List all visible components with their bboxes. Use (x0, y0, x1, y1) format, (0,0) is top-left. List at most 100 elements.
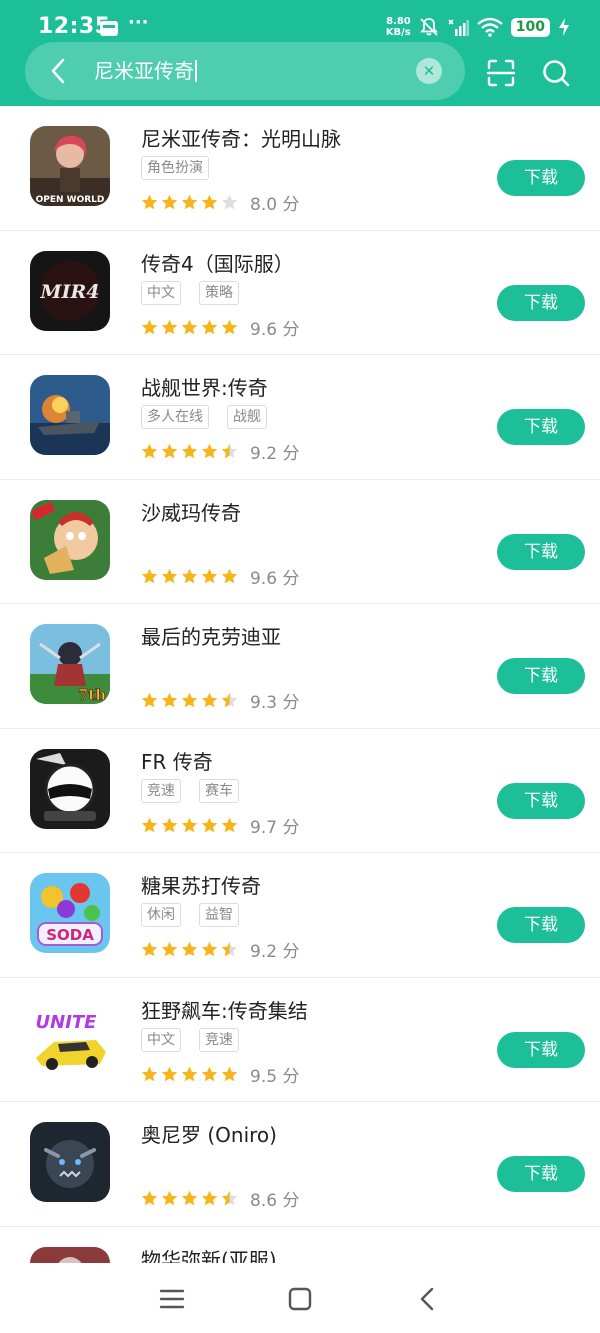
star-icon (141, 568, 158, 583)
scan-icon[interactable] (486, 58, 516, 88)
download-button[interactable]: 下载 (497, 1156, 585, 1192)
app-name[interactable]: 物华弥新(亚服) (141, 1244, 277, 1264)
mute-bell-icon (419, 18, 438, 36)
app-name[interactable]: 沙威玛传奇 (141, 497, 241, 526)
download-button[interactable]: 下载 (497, 409, 585, 445)
partial-app-icon[interactable] (30, 1246, 110, 1263)
half-star-icon (221, 1190, 238, 1206)
app-tags: 竞速 赛车 (141, 778, 239, 803)
app-rating: 9.7 分 (141, 813, 299, 838)
star-icon (181, 319, 198, 334)
app-rating: 8.6 分 (141, 1186, 299, 1211)
app-score: 9.5 分 (250, 1066, 300, 1087)
app-name[interactable]: 奥尼罗 (Oniro) (141, 1119, 277, 1148)
warship-app-icon[interactable] (30, 375, 110, 455)
search-input[interactable]: 尼米亚传奇 (94, 57, 197, 85)
star-icon (141, 443, 158, 459)
app-list-item[interactable]: 物华弥新(亚服) (0, 1227, 600, 1264)
star-icon (181, 941, 198, 957)
app-list-item[interactable]: 战舰世界:传奇 多人在线 战舰 9.2 分 下载 (0, 355, 600, 480)
star-icon (161, 941, 178, 957)
icon-lettering: 7th (78, 686, 106, 704)
app-name[interactable]: 狂野飙车:传奇集结 (141, 995, 308, 1024)
star-icon (201, 941, 218, 957)
empty-star-icon (221, 194, 238, 210)
network-speed-value: 8.80 (386, 16, 411, 27)
half-star-icon (221, 941, 238, 957)
claudia-app-icon[interactable]: 7th (30, 624, 110, 704)
star-icon (201, 1066, 218, 1081)
mir4-app-icon[interactable]: MIR4 (30, 250, 110, 331)
star-icon (141, 1190, 158, 1206)
star-icon (161, 568, 178, 583)
star-rating (141, 1190, 238, 1207)
star-rating (141, 568, 238, 585)
search-results-list: OPEN WORLD 尼米亚传奇：光明山脉 角色扮演 8.0 分下载 MIR4 传奇4（国… (0, 106, 600, 1263)
app-tags: 中文 策略 (141, 280, 239, 305)
star-rating (141, 692, 238, 709)
star-icon (141, 692, 158, 708)
clear-search-button[interactable]: ✕ (416, 58, 442, 84)
app-score: 8.6 分 (250, 1191, 300, 1211)
nav-back-icon[interactable] (414, 1285, 442, 1313)
app-tag: 多人在线 (141, 405, 209, 429)
app-name[interactable]: 传奇4（国际服） (141, 248, 294, 277)
candy-soda-app-icon[interactable]: SODA (30, 873, 110, 953)
app-list-item[interactable]: FR 传奇竞速 赛车 9.7 分 下载 (0, 729, 600, 853)
download-button[interactable]: 下载 (497, 533, 585, 570)
search-bar[interactable]: 尼米亚传奇 ✕ (25, 42, 465, 100)
app-score: 9.2 分 (250, 942, 300, 962)
search-query: 尼米亚传奇 (94, 59, 194, 83)
app-rating: 9.5 分 (141, 1062, 299, 1087)
app-rating: 9.3 分 (141, 688, 299, 713)
status-indicators: 8.80 KB/s 100 (386, 14, 570, 40)
star-icon (221, 568, 238, 583)
app-list-item[interactable]: SODA 糖果苏打传奇 休闲 益智 9.2 分 下载 (0, 853, 600, 978)
app-list-item[interactable]: 沙威玛传奇 9.6 分 下载 (0, 480, 600, 604)
text-cursor (195, 60, 197, 82)
app-tags: 角色扮演 (141, 156, 209, 180)
star-icon (201, 692, 218, 708)
network-speed-unit: KB/s (385, 27, 411, 38)
app-list-item[interactable]: UNITE 狂野飙车:传奇集结 中文 竞速 9.5 分 下载 (0, 978, 600, 1102)
download-button[interactable]: 下载 (497, 658, 585, 694)
app-list-item[interactable]: 奥尼罗 (Oniro) 8.6 分 下载 (0, 1102, 600, 1227)
app-name[interactable]: 战舰世界:传奇 (141, 372, 268, 401)
star-icon (201, 194, 218, 210)
download-button[interactable]: 下载 (497, 160, 585, 196)
more-notifications-icon: ··· (128, 12, 149, 33)
oniro-app-icon[interactable] (30, 1122, 110, 1202)
app-name[interactable]: 最后的克劳迪亚 (141, 621, 281, 650)
signal-icon (448, 19, 469, 36)
search-icon[interactable] (541, 58, 571, 88)
download-button[interactable]: 下载 (497, 782, 585, 819)
app-tag: 竞速 (141, 778, 181, 803)
app-list-item[interactable]: OPEN WORLD 尼米亚传奇：光明山脉角色扮演 8.0 分 下载 (0, 106, 600, 231)
app-list-item[interactable]: MIR4 传奇4（国际服） 中文 策略 9.6 分 下载 (0, 231, 600, 355)
home-icon[interactable] (286, 1285, 314, 1313)
asphalt-app-icon[interactable]: UNITE (30, 997, 110, 1078)
star-rating (141, 941, 238, 958)
app-name[interactable]: 糖果苏打传奇 (141, 870, 261, 899)
download-button[interactable]: 下载 (497, 907, 585, 943)
icon-lettering: SODA (46, 926, 94, 944)
app-name[interactable]: 尼米亚传奇：光明山脉 (141, 123, 341, 152)
app-tag: 角色扮演 (141, 156, 209, 180)
star-icon (201, 568, 218, 583)
system-nav-bar (0, 1263, 600, 1333)
open-world-app-icon[interactable]: OPEN WORLD (30, 126, 110, 206)
star-icon (181, 443, 198, 459)
app-rating: 8.0 分 (141, 190, 299, 215)
shawarma-app-icon[interactable] (30, 499, 110, 580)
icon-lettering: UNITE (36, 1012, 98, 1033)
back-arrow-icon[interactable] (45, 57, 73, 85)
app-rating: 9.6 分 (141, 564, 299, 589)
app-score: 9.2 分 (250, 444, 300, 464)
download-button[interactable]: 下载 (497, 284, 585, 321)
app-list-item[interactable]: 7th 最后的克劳迪亚 9.3 分 下载 (0, 604, 600, 729)
racer-helmet-app-icon[interactable] (30, 748, 110, 829)
app-name[interactable]: FR 传奇 (141, 746, 213, 775)
app-tag: 竞速 (199, 1027, 239, 1052)
download-button[interactable]: 下载 (497, 1031, 585, 1068)
menu-icon[interactable] (158, 1285, 186, 1313)
